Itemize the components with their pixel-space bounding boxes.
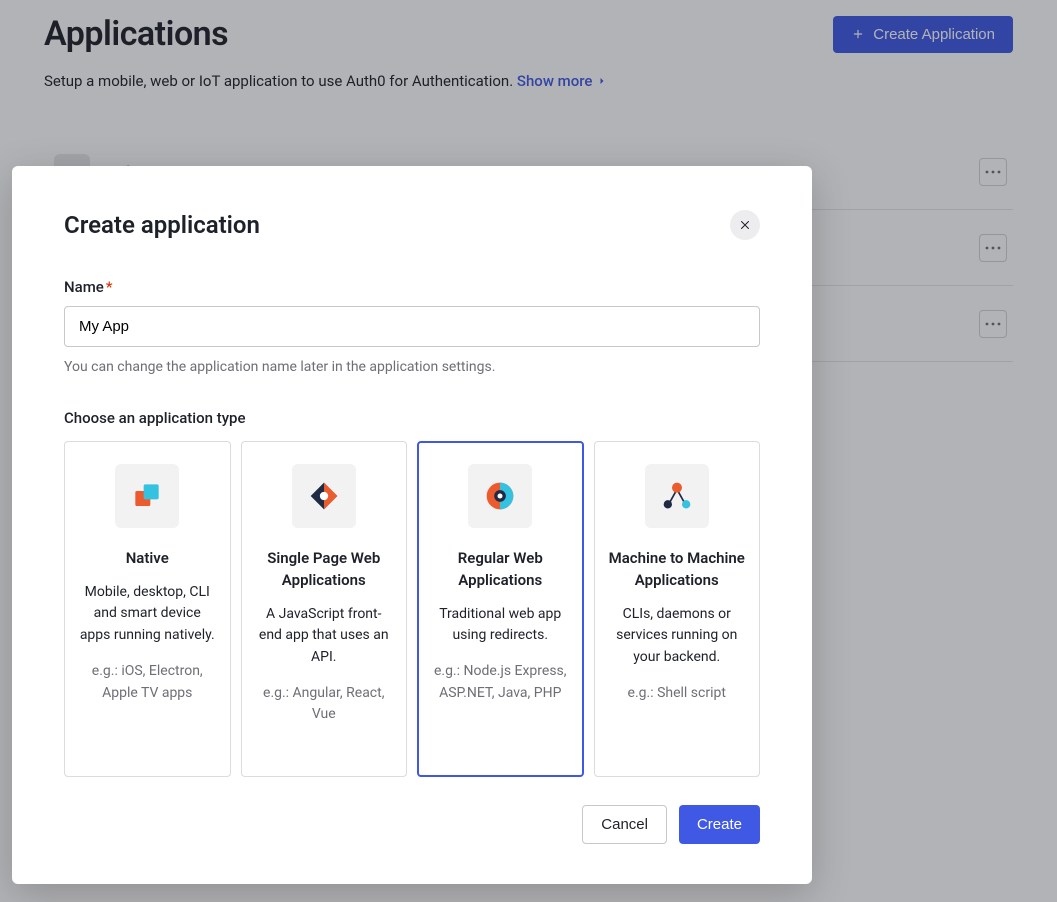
close-button[interactable]	[730, 210, 760, 240]
card-example: e.g.: Angular, React, Vue	[256, 683, 393, 726]
card-desc: A JavaScript front-end app that uses an …	[256, 604, 393, 669]
card-title: Single Page Web Applications	[256, 548, 393, 592]
application-type-cards: Native Mobile, desktop, CLI and smart de…	[64, 441, 760, 777]
card-title: Native	[79, 548, 216, 570]
modal-title: Create application	[64, 211, 260, 239]
modal-footer: Cancel Create	[64, 805, 760, 844]
app-type-spa[interactable]: Single Page Web Applications A JavaScrip…	[241, 441, 408, 777]
card-title: Regular Web Applications	[432, 548, 569, 592]
required-mark: *	[106, 278, 113, 296]
create-button[interactable]: Create	[679, 805, 760, 844]
name-label: Name*	[64, 278, 760, 296]
name-help-text: You can change the application name late…	[64, 359, 760, 375]
card-title: Machine to Machine Applications	[609, 548, 746, 592]
create-application-modal: Create application Name* You can change …	[12, 166, 812, 884]
card-example: e.g.: Node.js Express, ASP.NET, Java, PH…	[432, 661, 569, 704]
application-type-label: Choose an application type	[64, 409, 760, 427]
card-example: e.g.: Shell script	[609, 683, 746, 705]
app-type-regular-web[interactable]: Regular Web Applications Traditional web…	[417, 441, 584, 777]
spa-icon	[292, 464, 356, 528]
card-desc: Traditional web app using redirects.	[432, 604, 569, 647]
m2m-icon	[645, 464, 709, 528]
card-desc: CLIs, daemons or services running on you…	[609, 604, 746, 669]
card-desc: Mobile, desktop, CLI and smart device ap…	[79, 582, 216, 647]
card-example: e.g.: iOS, Electron, Apple TV apps	[79, 661, 216, 704]
regular-web-icon	[468, 464, 532, 528]
modal-header: Create application	[64, 210, 760, 240]
cancel-button[interactable]: Cancel	[582, 805, 667, 844]
app-type-m2m[interactable]: Machine to Machine Applications CLIs, da…	[594, 441, 761, 777]
native-icon	[115, 464, 179, 528]
app-type-native[interactable]: Native Mobile, desktop, CLI and smart de…	[64, 441, 231, 777]
application-name-input[interactable]	[64, 306, 760, 347]
close-icon	[739, 219, 751, 231]
name-label-text: Name	[64, 278, 104, 296]
